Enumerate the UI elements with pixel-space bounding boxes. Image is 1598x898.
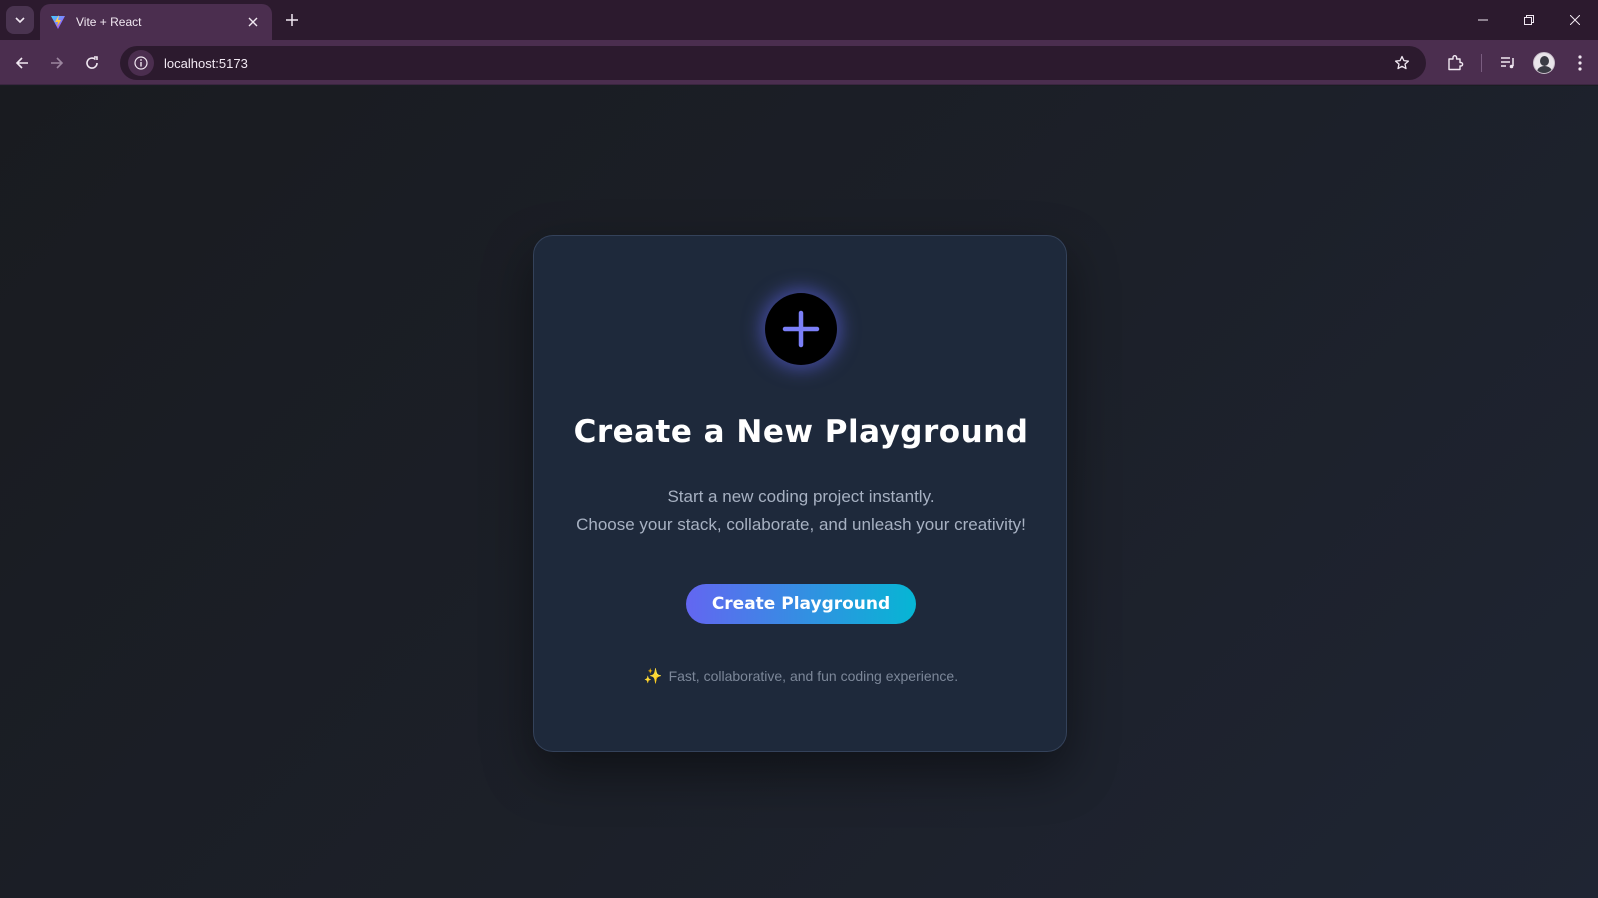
page-title: Create a New Playground [573,414,1029,450]
plus-icon [286,14,298,26]
description-line-2: Choose your stack, collaborate, and unle… [576,515,1026,534]
back-icon [15,57,28,69]
extensions-icon [1448,55,1464,71]
vite-favicon [50,14,66,30]
plus-icon [782,310,820,348]
sparkle-icon: ✨ [643,668,663,685]
reload-button[interactable] [77,48,107,78]
window-controls [1460,0,1598,40]
url-text[interactable]: localhost:5173 [164,56,1390,71]
minimize-icon [1478,19,1488,21]
tab-strip: Vite + React [0,0,1598,40]
media-control-button[interactable] [1490,48,1526,78]
tab-list-button[interactable] [6,6,34,34]
forward-button[interactable] [42,48,72,78]
create-playground-button[interactable]: Create Playground [686,584,916,624]
site-info-button[interactable] [128,50,154,76]
plus-circle-icon [765,293,837,365]
close-icon [248,17,258,27]
back-button[interactable] [7,48,37,78]
minimize-button[interactable] [1460,0,1506,40]
active-tab[interactable]: Vite + React [40,4,272,40]
new-tab-button[interactable] [280,8,304,32]
toolbar-actions [1437,48,1598,78]
forward-icon [51,57,64,69]
browser-menu-button[interactable] [1562,48,1598,78]
address-bar[interactable]: localhost:5173 [120,46,1426,80]
tab-title: Vite + React [76,15,142,29]
page-viewport: Create a New Playground Start a new codi… [0,86,1598,898]
profile-button[interactable] [1526,48,1562,78]
close-icon [1570,15,1580,25]
extensions-button[interactable] [1437,48,1473,78]
restore-icon [1524,15,1534,25]
tagline: ✨ Fast, collaborative, and fun coding ex… [534,667,1068,685]
create-playground-card: Create a New Playground Start a new codi… [533,235,1067,752]
tagline-text: Fast, collaborative, and fun coding expe… [668,668,959,684]
site-info-icon [134,56,148,70]
avatar [1533,52,1555,74]
star-icon [1394,55,1410,70]
media-control-icon [1501,57,1514,69]
browser-toolbar: localhost:5173 [0,40,1598,85]
chevron-down-icon [15,17,25,24]
reload-icon [86,56,98,69]
tab-close-button[interactable] [244,13,262,31]
restore-button[interactable] [1506,0,1552,40]
kebab-menu-icon [1578,55,1582,71]
page-description: Start a new coding project instantly. Ch… [534,483,1068,539]
toolbar-separator [1481,54,1482,72]
description-line-1: Start a new coding project instantly. [667,487,935,506]
bookmark-button[interactable] [1390,51,1414,75]
close-window-button[interactable] [1552,0,1598,40]
